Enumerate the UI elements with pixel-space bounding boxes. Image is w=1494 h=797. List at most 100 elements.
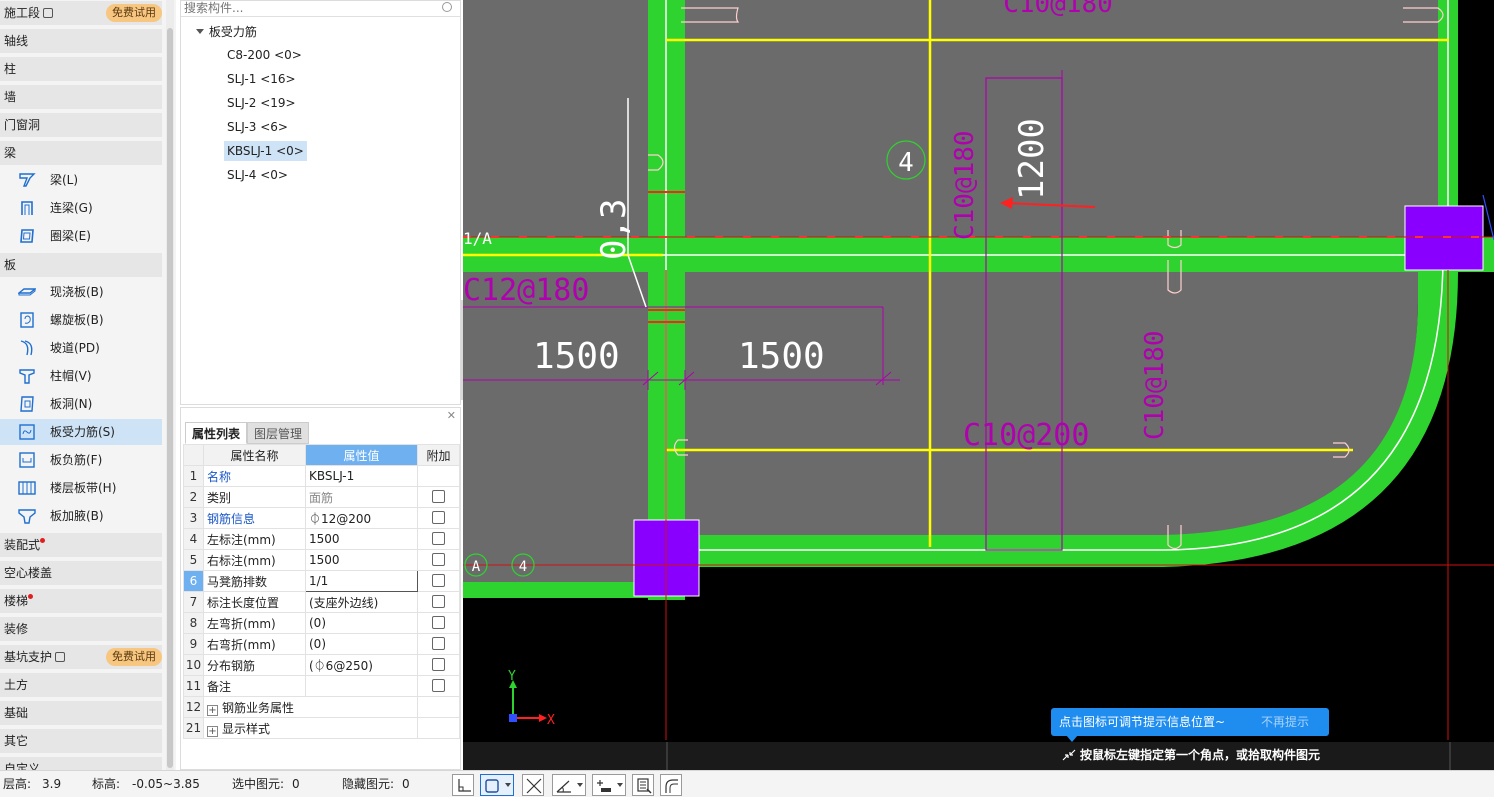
nav-item-cast-slab[interactable]: 现浇板(B) (0, 279, 162, 305)
prop-value[interactable]: KBSLJ-1 (305, 465, 418, 487)
nav-cat-column[interactable]: 柱 (0, 57, 162, 81)
tab-layer-manager[interactable]: 图层管理 (247, 422, 310, 444)
expand-plus-icon[interactable]: + (207, 725, 218, 737)
nav-cat-earthwork[interactable]: 土方 (0, 673, 162, 697)
nav-item-beam[interactable]: 梁(L) (0, 167, 162, 193)
beam-horizontal-a[interactable] (463, 582, 648, 598)
nav-item-label: 柱帽(V) (50, 369, 92, 383)
angle-snap-button[interactable] (552, 774, 586, 796)
expand-plus-icon[interactable]: + (207, 704, 218, 716)
nav-item-ramp[interactable]: 坡道(PD) (0, 335, 162, 361)
ortho-icon (458, 779, 471, 792)
chevron-down-icon[interactable] (505, 783, 511, 787)
nav-item-spiral-slab[interactable]: 螺旋板(B) (0, 307, 162, 333)
prop-value[interactable]: 1500 (305, 528, 418, 550)
slab-region-left[interactable] (463, 270, 648, 590)
prop-value[interactable]: ⏀12@200 (305, 507, 418, 529)
nav-cat-door-window[interactable]: 门窗洞 (0, 113, 162, 137)
dont-show-again-link[interactable]: 不再提示 (1261, 708, 1309, 736)
prop-value[interactable]: (0) (305, 612, 418, 634)
tree-item[interactable]: SLJ-2 <19> (224, 93, 299, 113)
trial-badge[interactable]: 免费试用 (106, 4, 162, 22)
tree-item[interactable]: SLJ-1 <16> (224, 69, 299, 89)
prop-value[interactable]: (0) (305, 633, 418, 655)
search-input[interactable] (181, 1, 431, 15)
nav-cat-wall[interactable]: 墙 (0, 85, 162, 109)
rebar-label: C10@200 (963, 418, 1089, 453)
extra-checkbox[interactable] (432, 574, 445, 587)
extra-checkbox[interactable] (432, 532, 445, 545)
nav-item-negative-rebar[interactable]: 板负筋(F) (0, 447, 162, 473)
extra-checkbox[interactable] (432, 637, 445, 650)
expand-arrow-icon[interactable] (195, 26, 205, 36)
ucs-x-arrow-icon (539, 714, 547, 722)
prop-value[interactable]: 面筋 (305, 486, 418, 508)
extra-checkbox[interactable] (432, 490, 445, 503)
nav-cat-stairs[interactable]: 楼梯 (0, 589, 162, 613)
slab-region-main[interactable] (685, 270, 1418, 540)
prop-group[interactable]: + 钢筋业务属性 (203, 696, 418, 718)
lock-icon (55, 652, 66, 662)
tree-item-selected[interactable]: KBSLJ-1 <0> (224, 141, 307, 161)
extra-checkbox[interactable] (432, 616, 445, 629)
extra-checkbox[interactable] (432, 511, 445, 524)
chevron-down-icon[interactable] (617, 783, 623, 787)
tip-arrow (1066, 735, 1078, 742)
tree-item[interactable]: C8-200 <0> (224, 45, 305, 65)
nav-item-slab-rebar[interactable]: 板受力筋(S) (0, 419, 162, 445)
canvas-bottom-band (463, 742, 1494, 770)
nav-item-slab-haunch[interactable]: 板加腋(B) (0, 503, 162, 529)
cad-drawing[interactable]: C10@180 C10@180 C10@180 C12@180 C10@200 … (463, 0, 1494, 770)
prop-extra-cell (417, 675, 460, 697)
offset-point-button[interactable] (592, 774, 626, 796)
arc-icon (665, 779, 678, 793)
nav-cat-decoration[interactable]: 装修 (0, 617, 162, 641)
nav-cat-foundation[interactable]: 基础 (0, 701, 162, 725)
nav-item-floor-strip[interactable]: 楼层板带(H) (0, 475, 162, 501)
tab-property-list[interactable]: 属性列表 (185, 422, 248, 444)
nav-item-slab-hole[interactable]: 板洞(N) (0, 391, 162, 417)
nav-cat-custom[interactable]: 自定义 (0, 757, 162, 770)
nav-item-coupling-beam[interactable]: 连梁(G) (0, 195, 162, 221)
nav-item-column-cap[interactable]: 柱帽(V) (0, 363, 162, 389)
tree-item[interactable]: SLJ-3 <6> (224, 117, 291, 137)
tree-root-node[interactable]: 板受力筋 (195, 23, 257, 41)
table-row-group[interactable]: 12 + 钢筋业务属性 (183, 696, 460, 718)
drawing-canvas[interactable]: C10@180 C10@180 C10@180 C12@180 C10@200 … (463, 0, 1494, 770)
ortho-mode-button[interactable] (452, 774, 474, 796)
nav-cat-other[interactable]: 其它 (0, 729, 162, 753)
nav-cat-slab[interactable]: 板 (0, 253, 162, 277)
prop-value[interactable]: 1500 (305, 549, 418, 571)
nav-cat-prefab[interactable]: 装配式 (0, 533, 162, 557)
prop-value[interactable] (305, 675, 418, 697)
nav-cat-axis[interactable]: 轴线 (0, 29, 162, 53)
display-toggle-button[interactable] (632, 774, 654, 796)
search-icon[interactable] (442, 2, 452, 12)
arc-tool-button[interactable] (660, 774, 682, 796)
nav-cat-beam[interactable]: 梁 (0, 141, 162, 165)
nav-item-ring-beam[interactable]: 圈梁(E) (0, 223, 162, 249)
tip-banner[interactable]: 点击图标可调节提示信息位置~ 不再提示 (1051, 708, 1329, 736)
trial-badge[interactable]: 免费试用 (106, 648, 162, 666)
cross-select-button[interactable] (522, 774, 544, 796)
dim-label: 1500 (738, 336, 825, 377)
extra-checkbox[interactable] (432, 553, 445, 566)
table-row-group[interactable]: 21 + 显示样式 (183, 717, 460, 739)
extra-checkbox[interactable] (432, 595, 445, 608)
nav-cat-pit-support[interactable]: 基坑支护 免费试用 (0, 645, 162, 669)
tree-item[interactable]: SLJ-4 <0> (224, 165, 291, 185)
nav-scrollbar-thumb[interactable] (167, 28, 173, 768)
slab-region-top[interactable] (685, 0, 1441, 240)
cursor-hint-icon[interactable] (1062, 749, 1076, 761)
close-icon[interactable]: ✕ (447, 409, 456, 422)
select-mode-button[interactable] (480, 774, 514, 796)
extra-checkbox[interactable] (432, 679, 445, 692)
chevron-down-icon[interactable] (577, 783, 583, 787)
nav-cat-hollow-floor[interactable]: 空心楼盖 (0, 561, 162, 585)
prop-value[interactable]: (⏀6@250) (305, 654, 418, 676)
nav-cat-construction-section[interactable]: 施工段 免费试用 (0, 1, 162, 25)
prop-group[interactable]: + 显示样式 (203, 717, 418, 739)
extra-checkbox[interactable] (432, 658, 445, 671)
prop-value[interactable]: (支座外边线) (305, 591, 418, 613)
prop-value-editor[interactable]: 1/1 (305, 570, 418, 592)
